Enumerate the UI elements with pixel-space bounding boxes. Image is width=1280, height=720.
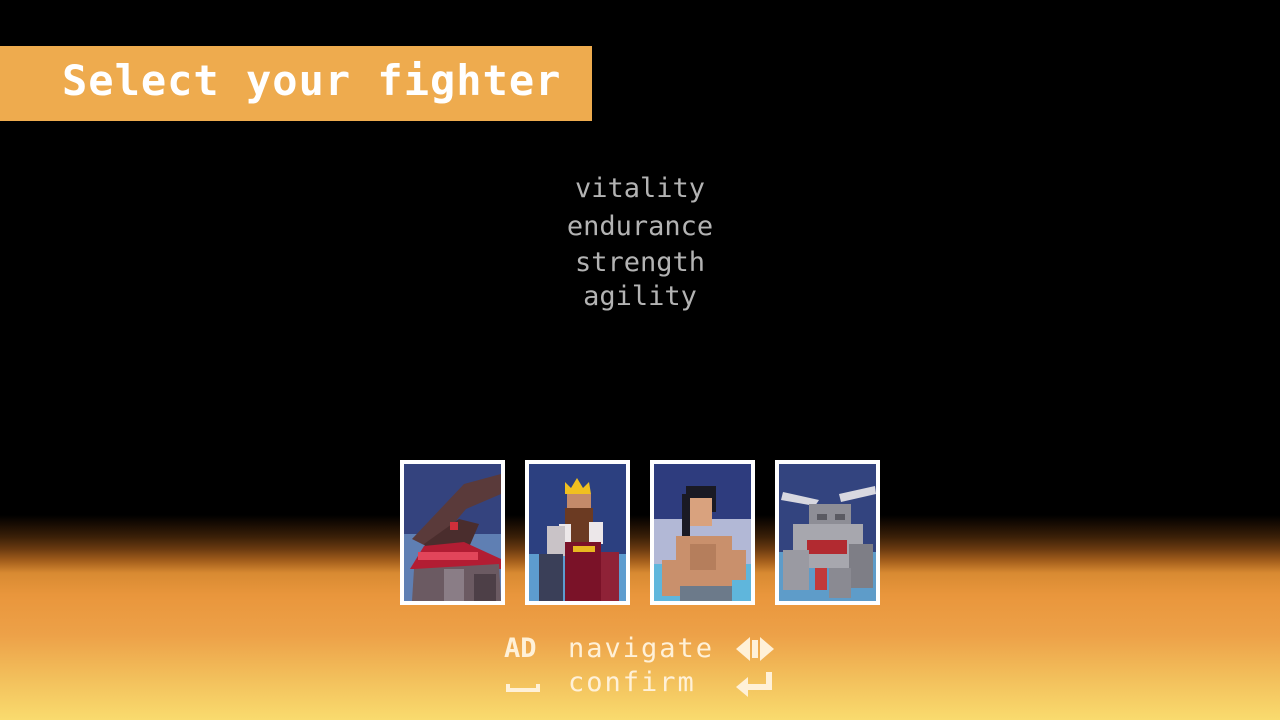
navigate-label: navigate xyxy=(568,633,715,664)
fighter-card-stone-beast[interactable] xyxy=(775,460,880,605)
confirm-hint: confirm xyxy=(500,666,800,700)
navigate-key: AD xyxy=(504,633,537,664)
space-bar-icon xyxy=(506,684,540,692)
page-title: Select your fighter xyxy=(62,56,562,105)
crowned-king-portrait xyxy=(529,464,626,601)
stat-endurance: endurance xyxy=(566,211,714,242)
navigate-hint: AD navigate xyxy=(500,632,800,666)
fighter-card-shirtless-swordsman[interactable] xyxy=(650,460,755,605)
fighter-card-crowned-king[interactable] xyxy=(525,460,630,605)
left-right-arrows-icon xyxy=(736,637,774,661)
confirm-label: confirm xyxy=(568,667,696,698)
shirtless-swordsman-portrait xyxy=(654,464,751,601)
stats-list: vitality endurance strength agility xyxy=(480,170,800,314)
fighter-card-hooded-warrior[interactable] xyxy=(400,460,505,605)
enter-key-icon xyxy=(736,672,772,697)
stone-beast-portrait xyxy=(779,464,876,601)
stat-vitality: vitality xyxy=(574,173,706,204)
stat-strength: strength xyxy=(574,247,706,278)
controls-hint: AD navigate confirm xyxy=(500,632,800,702)
stat-agility: agility xyxy=(583,281,697,312)
hooded-warrior-portrait xyxy=(404,464,501,601)
